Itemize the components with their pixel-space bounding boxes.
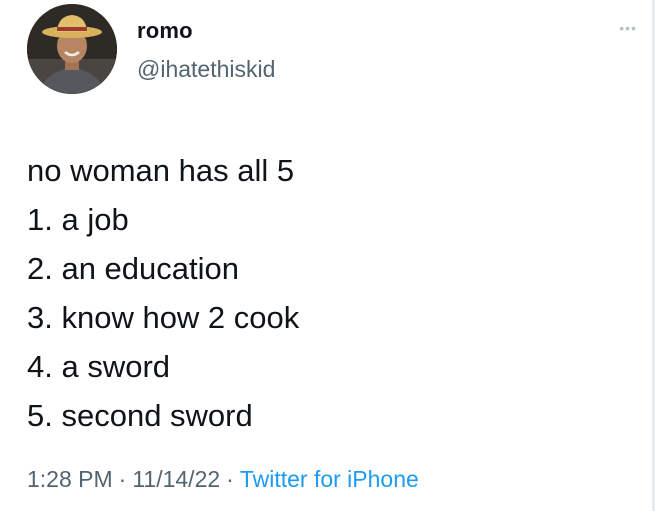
- tweet-date[interactable]: 11/14/22: [132, 466, 220, 492]
- avatar[interactable]: [27, 4, 117, 94]
- tweet-card: romo @ihatethiskid ••• no woman has all …: [0, 0, 655, 511]
- user-display-name[interactable]: romo: [137, 18, 193, 44]
- tweet-text-line: 4. a sword: [27, 349, 171, 384]
- meta-separator: ·: [226, 466, 234, 492]
- tweet-text-line: no woman has all 5: [27, 153, 295, 188]
- tweet-source-link[interactable]: Twitter for iPhone: [240, 466, 419, 492]
- tweet-time[interactable]: 1:28 PM: [27, 466, 113, 492]
- tweet-text-line: 1. a job: [27, 202, 129, 237]
- tweet-text: no woman has all 5 1. a job 2. an educat…: [27, 146, 627, 440]
- user-handle[interactable]: @ihatethiskid: [137, 56, 275, 83]
- more-options-button[interactable]: •••: [619, 20, 637, 36]
- tweet-text-line: 3. know how 2 cook: [27, 300, 300, 335]
- tweet-metadata: 1:28 PM · 11/14/22 · Twitter for iPhone: [27, 466, 419, 493]
- avatar-photo: [27, 4, 117, 94]
- meta-separator: ·: [118, 466, 127, 492]
- tweet-text-line: 5. second sword: [27, 398, 253, 433]
- tweet-text-line: 2. an education: [27, 251, 240, 286]
- more-horizontal-icon: •••: [619, 20, 637, 36]
